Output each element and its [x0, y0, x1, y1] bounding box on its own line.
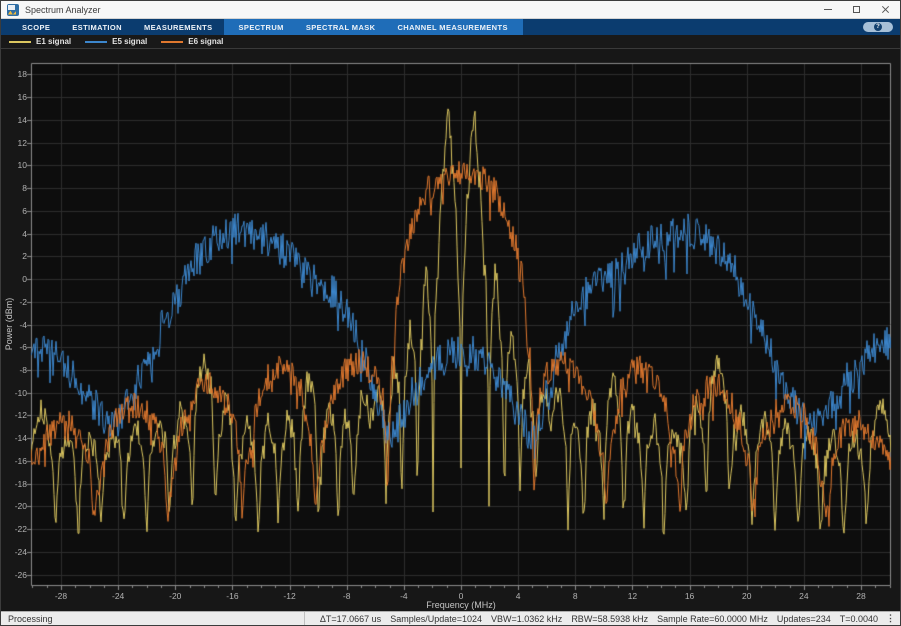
maximize-icon: [853, 6, 860, 13]
legend-item-e1-signal[interactable]: E1 signal: [9, 37, 71, 46]
toolstrip-tabbar: SCOPEESTIMATIONMEASUREMENTS SPECTRUMSPEC…: [1, 19, 900, 35]
stat-samples-update: Samples/Update=1024: [390, 614, 482, 624]
spectrum-plot[interactable]: [1, 49, 901, 613]
contextual-tab-group: SPECTRUMSPECTRAL MASKCHANNEL MEASUREMENT…: [224, 19, 523, 35]
close-button[interactable]: [871, 1, 900, 18]
legend-item-e5-signal[interactable]: E5 signal: [85, 37, 147, 46]
status-bar: Processing ΔT=17.0667 us Samples/Update=1…: [1, 611, 900, 625]
tab-scope[interactable]: SCOPE: [11, 19, 61, 35]
minimize-button[interactable]: [813, 1, 842, 18]
stat-rbw: RBW=58.5938 kHz: [571, 614, 648, 624]
close-icon: [881, 5, 890, 14]
legend-label: E5 signal: [112, 37, 147, 46]
status-menu-button[interactable]: ⋮: [886, 613, 895, 624]
help-icon: ?: [874, 23, 882, 31]
app-icon-wave: [8, 11, 16, 15]
tab-estimation[interactable]: ESTIMATION: [61, 19, 133, 35]
stat-updates: Updates=234: [777, 614, 831, 624]
y-axis-label: Power (dBm): [4, 298, 14, 351]
legend-line-e6-signal: [161, 41, 183, 43]
minimize-icon: [824, 9, 832, 10]
stat-vbw: VBW=1.0362 kHz: [491, 614, 562, 624]
app-icon-detail: [8, 5, 15, 10]
tab-measurements[interactable]: MEASUREMENTS: [133, 19, 224, 35]
spectrum-analyzer-window: Spectrum Analyzer SCOPEESTIMATIONMEASURE…: [0, 0, 901, 626]
tab-spectrum[interactable]: SPECTRUM: [228, 19, 295, 35]
tab-spectral-mask[interactable]: SPECTRAL MASK: [295, 19, 387, 35]
legend-label: E1 signal: [36, 37, 71, 46]
help-button[interactable]: ?: [863, 22, 893, 32]
tab-channel-measurements[interactable]: CHANNEL MEASUREMENTS: [386, 19, 518, 35]
legend: E1 signal E5 signal E6 signal: [1, 35, 900, 49]
status-stats: ΔT=17.0667 us Samples/Update=1024 VBW=1.03…: [304, 612, 878, 625]
title-bar: Spectrum Analyzer: [1, 1, 900, 19]
window-title: Spectrum Analyzer: [25, 5, 101, 15]
x-axis-label: Frequency (MHz): [31, 600, 891, 610]
window-controls: [813, 1, 900, 18]
legend-item-e6-signal[interactable]: E6 signal: [161, 37, 223, 46]
maximize-button[interactable]: [842, 1, 871, 18]
stat-t: T=0.0040: [840, 614, 878, 624]
app-icon: [7, 4, 19, 16]
stat--t: ΔT=17.0667 us: [320, 614, 381, 624]
status-message: Processing: [6, 614, 53, 624]
legend-line-e5-signal: [85, 41, 107, 43]
figure-area: Frequency (MHz) Power (dBm) 181614121086…: [1, 49, 900, 611]
stat-sample-rate: Sample Rate=60.0000 MHz: [657, 614, 768, 624]
legend-label: E6 signal: [188, 37, 223, 46]
legend-line-e1-signal: [9, 41, 31, 43]
main-tab-group: SCOPEESTIMATIONMEASUREMENTS: [1, 19, 224, 35]
